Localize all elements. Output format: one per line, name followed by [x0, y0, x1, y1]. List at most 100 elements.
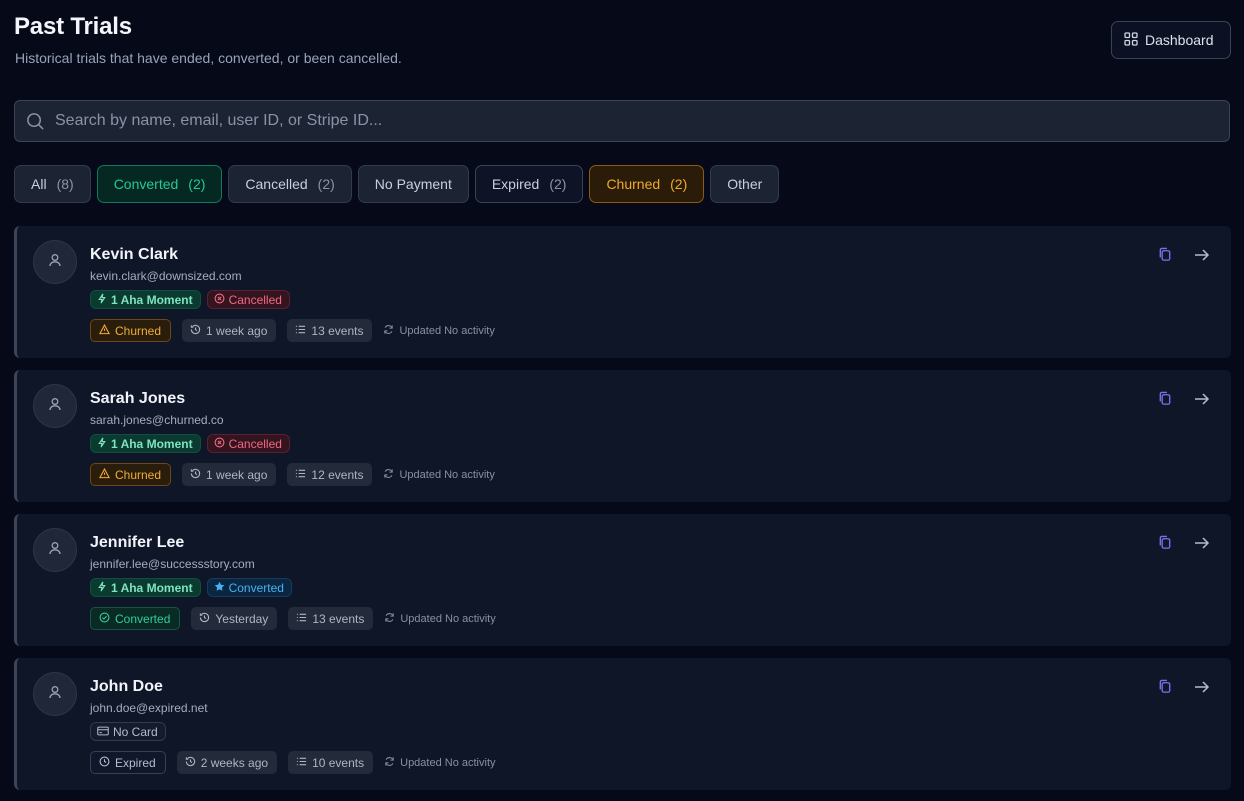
avatar — [33, 384, 77, 428]
bolt-icon — [97, 293, 107, 307]
list-icon — [295, 324, 306, 338]
copy-button[interactable] — [1156, 391, 1174, 411]
cancelled-badge: Cancelled — [206, 434, 290, 453]
star-icon — [214, 581, 225, 595]
avatar — [33, 240, 77, 284]
trial-card[interactable]: Sarah Jones sarah.jones@churned.co 1 Aha… — [14, 370, 1231, 502]
events-badge: 13 events — [288, 607, 374, 630]
status-label: Expired — [115, 755, 156, 770]
dashboard-button[interactable]: Dashboard — [1111, 21, 1231, 59]
cancelled-badge: Cancelled — [206, 290, 290, 309]
warning-icon — [98, 467, 111, 482]
trial-email: sarah.jones@churned.co — [90, 413, 224, 427]
filter-count: (2) — [549, 176, 567, 192]
trial-meta: Expired 2 weeks ago 10 events Updated No… — [90, 751, 496, 774]
payment-badge-label: Cancelled — [228, 436, 282, 451]
history-icon — [185, 756, 196, 770]
filter-label: Other — [727, 176, 763, 192]
events-badge: 13 events — [287, 319, 373, 342]
updated-info: Updated No activity — [383, 468, 495, 482]
filter-converted[interactable]: Converted (2) — [96, 165, 223, 203]
status-label: Converted — [115, 611, 171, 626]
copy-button[interactable] — [1156, 247, 1174, 267]
events-label: 12 events — [311, 467, 364, 482]
trial-email: john.doe@expired.net — [90, 701, 208, 715]
card-actions — [1156, 391, 1211, 411]
filter-cancelled[interactable]: Cancelled (2) — [228, 165, 352, 203]
user-icon — [47, 540, 63, 561]
time-label: 2 weeks ago — [200, 755, 269, 770]
trial-card[interactable]: John Doe john.doe@expired.net No Card Ex… — [14, 658, 1231, 790]
bolt-icon — [97, 581, 107, 595]
open-trial-button[interactable] — [1193, 536, 1211, 554]
filter-label: No Payment — [374, 176, 452, 192]
aha-label: 1 Aha Moment — [111, 436, 193, 451]
updated-label: Updated No activity — [399, 468, 495, 481]
card-actions — [1156, 247, 1211, 267]
trial-meta: Churned 1 week ago 12 events Updated No … — [90, 463, 495, 486]
trial-name: Sarah Jones — [90, 390, 186, 407]
filter-tabs: All (8) Converted (2) Cancelled (2) No P… — [14, 165, 1230, 203]
status-badge: Expired — [90, 751, 166, 774]
status-badge: Churned — [90, 463, 172, 486]
user-icon — [47, 684, 63, 705]
updated-label: Updated No activity — [399, 324, 495, 337]
events-label: 13 events — [312, 611, 365, 626]
arrow-right-icon — [1194, 680, 1210, 699]
trial-email: kevin.clark@downsized.com — [90, 269, 242, 283]
filter-no-payment[interactable]: No Payment — [357, 165, 469, 203]
page-header: Past Trials Historical trials that have … — [14, 0, 1231, 100]
payment-badge-label: Cancelled — [228, 292, 282, 307]
copy-button[interactable] — [1156, 679, 1174, 699]
filter-label: All — [31, 176, 47, 192]
trial-card[interactable]: Kevin Clark kevin.clark@downsized.com 1 … — [14, 226, 1231, 358]
list-icon — [296, 612, 307, 626]
filter-all[interactable]: All (8) — [14, 165, 91, 203]
filter-label: Expired — [491, 176, 540, 192]
card-actions — [1156, 679, 1211, 699]
arrow-right-icon — [1194, 392, 1210, 411]
list-icon — [296, 756, 307, 770]
user-icon — [47, 396, 63, 417]
copy-icon — [1158, 391, 1172, 411]
warning-icon — [98, 323, 111, 338]
filter-churned[interactable]: Churned (2) — [589, 165, 705, 203]
card-actions — [1156, 535, 1211, 554]
filter-label: Cancelled — [245, 176, 308, 192]
events-badge: 10 events — [288, 751, 374, 774]
search-input[interactable] — [15, 101, 1229, 141]
filter-other[interactable]: Other — [710, 165, 780, 203]
trial-card[interactable]: Jennifer Lee jennifer.lee@successstory.c… — [14, 514, 1231, 646]
time-badge: 1 week ago — [182, 463, 277, 486]
copy-button[interactable] — [1156, 535, 1174, 554]
copy-icon — [1158, 679, 1172, 699]
copy-icon — [1158, 247, 1172, 267]
search-bar — [14, 100, 1230, 142]
aha-label: 1 Aha Moment — [111, 580, 193, 595]
credit-card-icon — [97, 725, 109, 739]
refresh-icon — [384, 612, 395, 626]
status-label: Churned — [115, 467, 162, 482]
filter-expired[interactable]: Expired (2) — [474, 165, 584, 203]
user-icon — [47, 252, 63, 273]
trial-email: jennifer.lee@successstory.com — [90, 557, 255, 571]
payment-badge-label: Converted — [228, 580, 284, 595]
filter-count: (8) — [56, 176, 74, 192]
arrow-right-icon — [1194, 248, 1210, 267]
open-trial-button[interactable] — [1193, 392, 1211, 410]
past-trials-page: Past Trials Historical trials that have … — [0, 0, 1244, 801]
filter-label: Converted — [113, 176, 179, 192]
open-trial-button[interactable] — [1193, 680, 1211, 698]
avatar — [33, 528, 77, 572]
trial-meta: Converted Yesterday 13 events Updated No… — [90, 607, 496, 630]
time-label: Yesterday — [215, 611, 269, 626]
history-icon — [190, 324, 201, 338]
dashboard-button-label: Dashboard — [1145, 32, 1214, 48]
open-trial-button[interactable] — [1193, 248, 1211, 266]
updated-info: Updated No activity — [384, 612, 496, 626]
history-icon — [190, 468, 201, 482]
trial-badges: 1 Aha Moment Cancelled — [90, 290, 290, 309]
converted-badge: Converted — [206, 578, 292, 597]
trial-name: Jennifer Lee — [90, 534, 185, 551]
events-badge: 12 events — [287, 463, 373, 486]
